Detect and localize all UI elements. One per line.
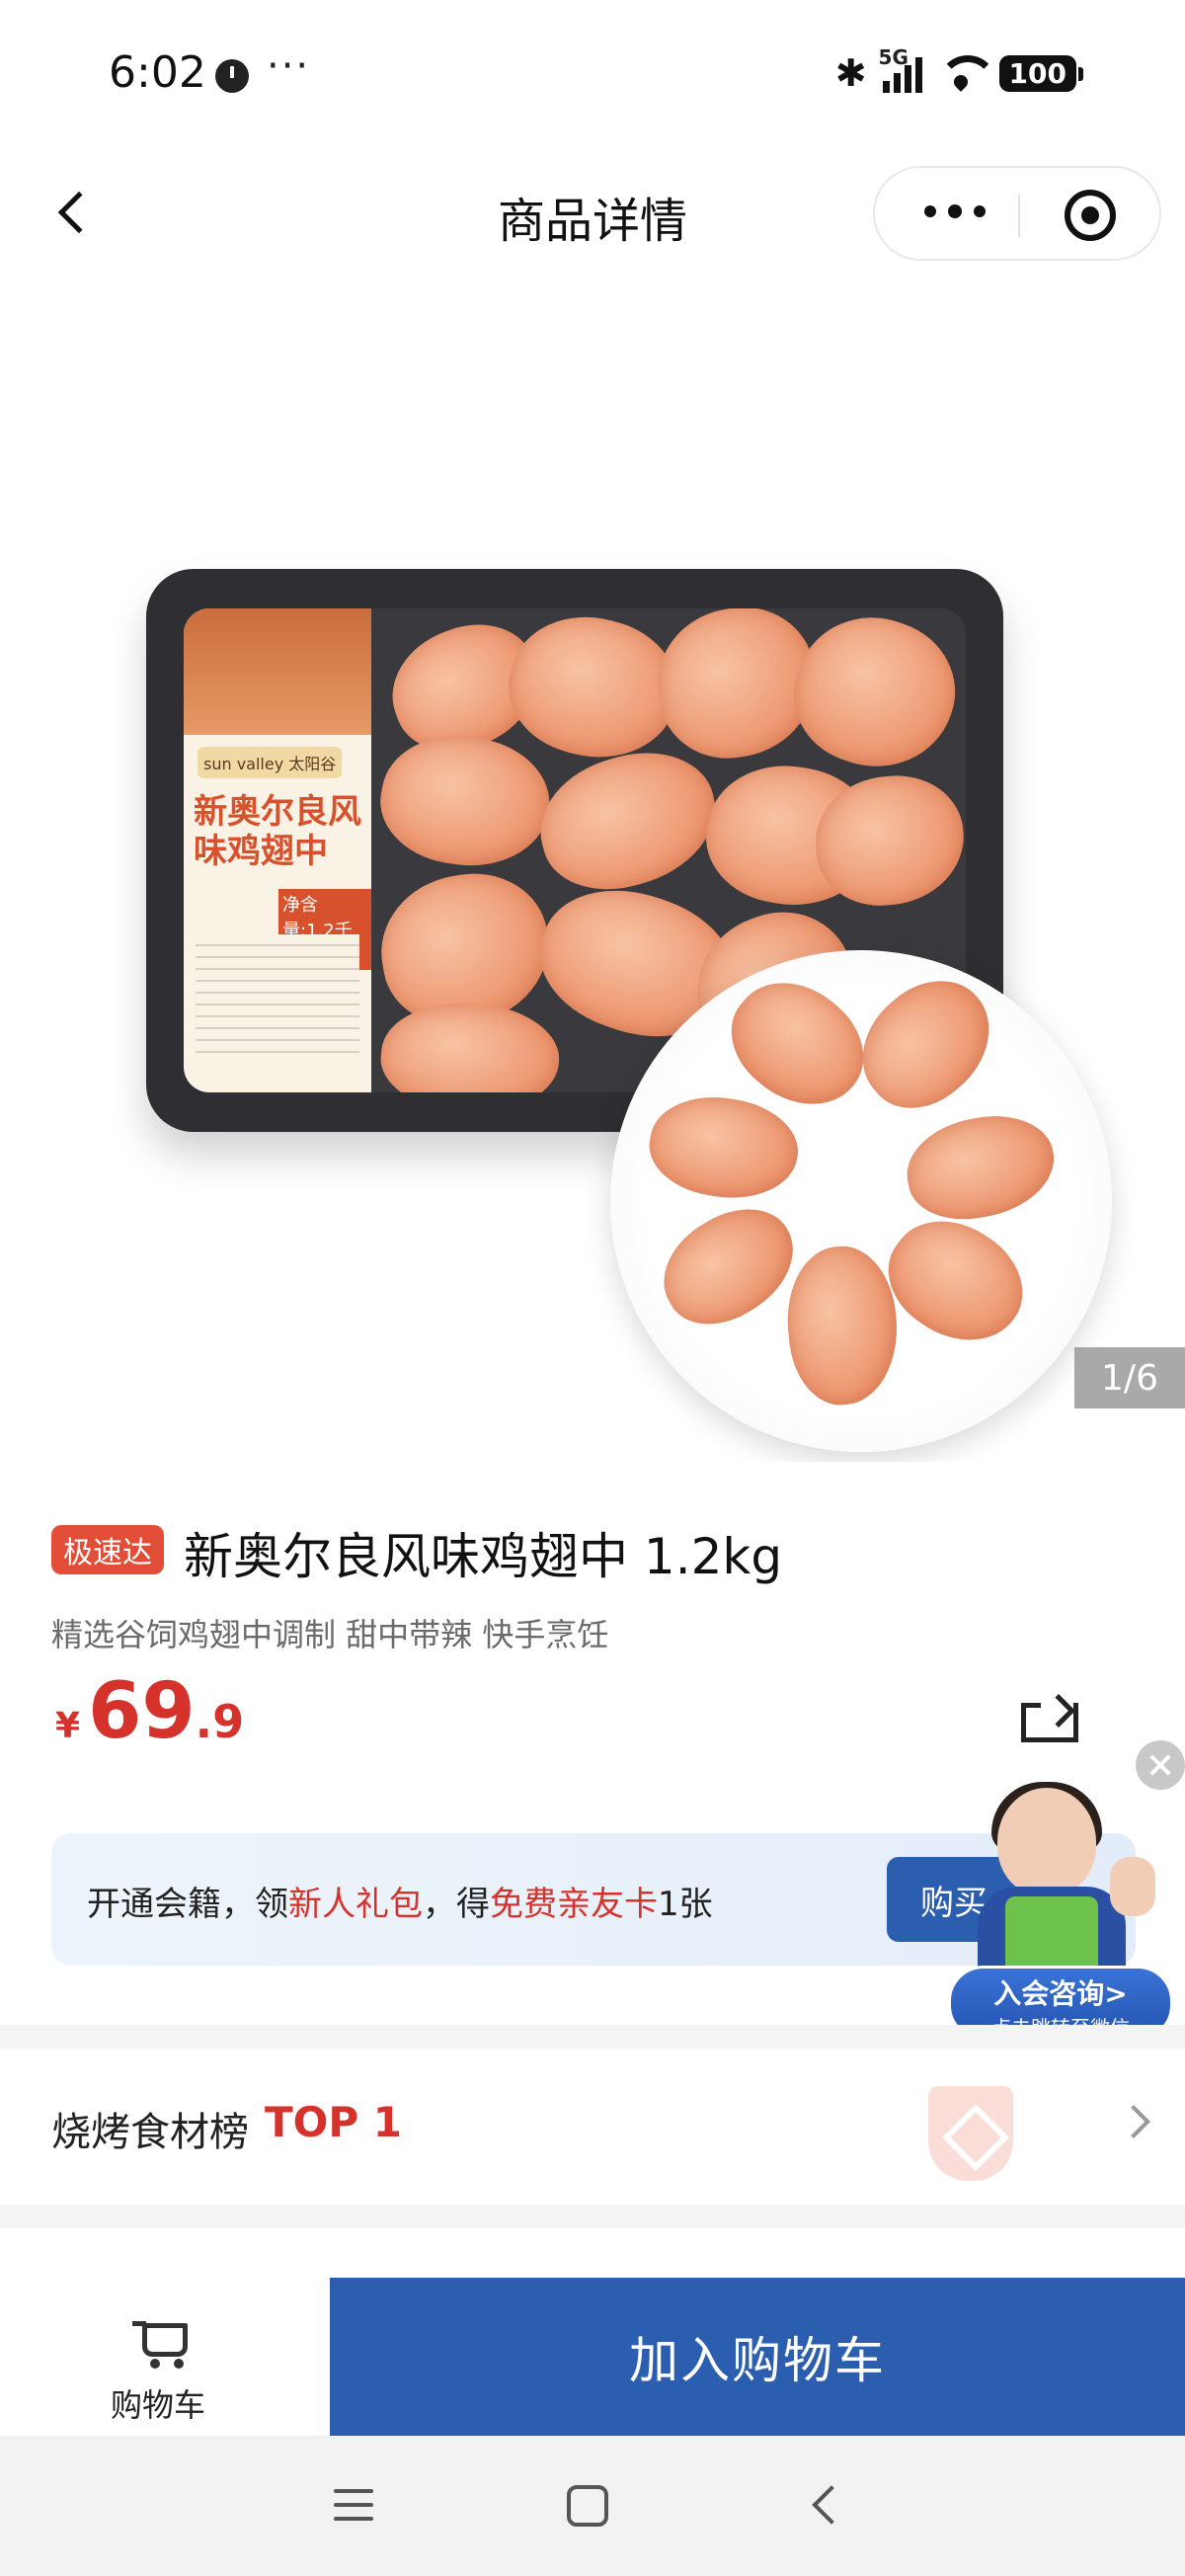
membership-text-5: 1张 xyxy=(658,1885,713,1924)
membership-card: 免费亲友卡 xyxy=(490,1885,658,1924)
cart-label: 购物车 xyxy=(111,2386,206,2424)
close-float-button[interactable] xyxy=(1136,1740,1185,1790)
package-brand: sun valley 太阳谷 xyxy=(198,747,343,778)
home-button[interactable] xyxy=(567,2485,608,2527)
image-pager: 1/6 xyxy=(1074,1347,1185,1409)
system-navigation-bar xyxy=(0,2436,1185,2576)
consult-title: 入会咨询> xyxy=(993,1977,1128,2010)
bluetooth-icon: ✱ xyxy=(834,51,867,95)
membership-text: 开通会籍，领新人礼包，得免费亲友卡1张 xyxy=(87,1877,713,1925)
network-type: 5G xyxy=(878,45,908,69)
package-name: 新奥尔良风味鸡翅中 xyxy=(194,792,361,871)
ranking-position: TOP 1 xyxy=(265,2098,402,2146)
capsule-divider xyxy=(1018,194,1020,237)
price-decimal: .9 xyxy=(195,1695,245,1748)
bottom-action-bar: 购物车 加入购物车 xyxy=(0,2278,1185,2436)
signal-icon: 5G xyxy=(879,45,922,93)
miniprogram-capsule xyxy=(873,166,1161,261)
ranking-row[interactable]: 烧烤食材榜 TOP 1 xyxy=(0,2049,1185,2197)
membership-gift: 新人礼包 xyxy=(288,1885,423,1924)
membership-text-1: 开通会籍，领 xyxy=(87,1885,288,1924)
close-miniprogram-button[interactable] xyxy=(1065,190,1116,241)
product-subtitle: 精选谷饲鸡翅中调制 甜中带辣 快手烹饪 xyxy=(51,1616,609,1653)
price-integer: 69 xyxy=(88,1667,196,1756)
status-bar: 6:02 ··· ✱ 5G 100 xyxy=(0,0,1185,148)
product-image-carousel[interactable]: sun valley 太阳谷 新奥尔良风味鸡翅中 净含量:1.2千克 1/6 xyxy=(0,286,1185,1462)
shopping-cart-icon xyxy=(132,2313,192,2369)
package-label: sun valley 太阳谷 新奥尔良风味鸡翅中 净含量:1.2千克 xyxy=(184,608,371,1092)
express-tag: 极速达 xyxy=(51,1525,164,1574)
clock-icon xyxy=(215,59,249,93)
add-to-cart-button[interactable]: 加入购物车 xyxy=(330,2278,1185,2436)
product-title: 新奥尔良风味鸡翅中 1.2kg xyxy=(184,1528,783,1585)
price-currency: ¥ xyxy=(55,1706,81,1746)
chevron-right-icon xyxy=(1117,2105,1150,2138)
status-time: 6:02 xyxy=(109,47,206,98)
section-divider xyxy=(0,2025,1185,2049)
status-icons: ✱ 5G 100 xyxy=(834,45,1084,95)
section-divider xyxy=(0,2205,1185,2228)
membership-text-3: ，得 xyxy=(423,1885,490,1924)
product-price: ¥ 69 .9 xyxy=(55,1667,244,1756)
recent-apps-button[interactable] xyxy=(334,2489,373,2521)
plate-image xyxy=(610,950,1112,1452)
ranking-label: 烧烤食材榜 xyxy=(51,2110,249,2155)
battery-indicator: 100 xyxy=(998,54,1084,92)
membership-consult-float[interactable]: 入会咨询> 点击跳转至微信 xyxy=(948,1782,1175,2045)
status-more-indicator: ··· xyxy=(267,43,311,89)
share-button[interactable] xyxy=(1021,1689,1080,1742)
trophy-icon xyxy=(877,2086,1065,2195)
wifi-icon xyxy=(937,55,997,91)
system-back-button[interactable] xyxy=(812,2485,851,2525)
more-options-button[interactable] xyxy=(924,204,986,218)
